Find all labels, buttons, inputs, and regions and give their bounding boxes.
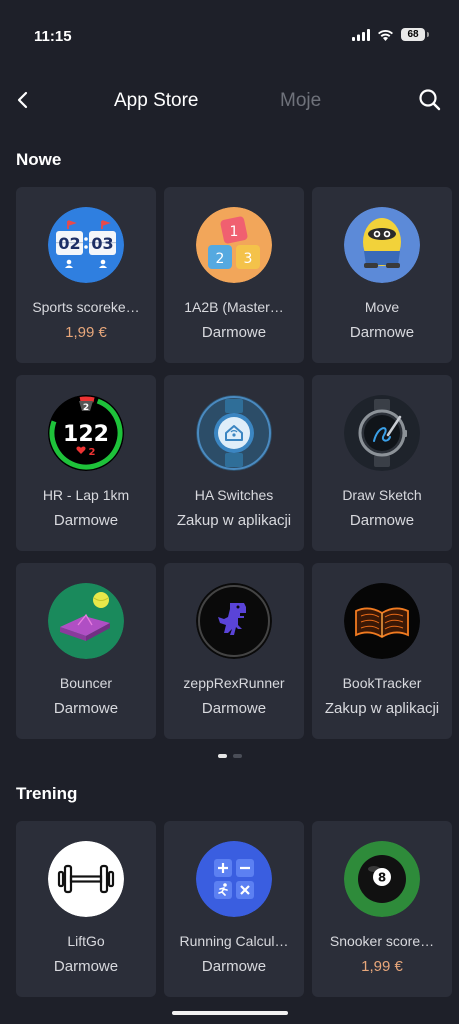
app-card-liftgo[interactable]: LiftGo Darmowe xyxy=(16,821,156,997)
wifi-icon xyxy=(378,29,393,41)
score-left-text: 02 xyxy=(58,234,80,253)
tile-1-text: 1 xyxy=(230,224,239,240)
app-card-move[interactable]: Move Darmowe xyxy=(312,187,452,363)
app-card-draw-sketch[interactable]: Draw Sketch Darmowe xyxy=(312,375,452,551)
tab-moje[interactable]: Moje xyxy=(280,90,321,112)
app-name: Bouncer xyxy=(59,675,113,691)
app-card-bouncer[interactable]: Bouncer Darmowe xyxy=(16,563,156,739)
cellular-signal-icon xyxy=(352,28,370,41)
app-name: Snooker score… xyxy=(329,933,435,949)
page-dot-active[interactable] xyxy=(217,754,227,758)
app-name: LiftGo xyxy=(67,933,105,949)
app-store-header: App Store Moje xyxy=(0,80,459,120)
app-price: Darmowe xyxy=(201,958,267,975)
app-price: Darmowe xyxy=(201,324,267,341)
page-indicator xyxy=(0,754,459,758)
app-price: Zakup w aplikacji xyxy=(324,700,440,717)
score-right-text: 03 xyxy=(91,234,113,253)
app-card-1a2b[interactable]: 1 2 3 1A2B (Master… Darmowe xyxy=(164,187,304,363)
app-name: HA Switches xyxy=(194,487,274,503)
heart-rate-value-text: 122 xyxy=(63,422,109,447)
app-name: Draw Sketch xyxy=(342,487,422,503)
dinosaur-icon xyxy=(196,583,272,659)
lap-number-text: 2 xyxy=(83,403,89,413)
app-name: BookTracker xyxy=(342,675,422,691)
new-apps-grid: 02 03 Sports scoreke… 1,99 € 1 2 3 1A2B … xyxy=(16,187,452,739)
app-name: zeppRexRunner xyxy=(183,675,285,691)
bouncing-ball-icon xyxy=(48,583,124,659)
tile-2-text: 2 xyxy=(216,251,225,267)
status-icons: 68 xyxy=(352,28,429,41)
app-name: Sports scoreke… xyxy=(32,299,140,315)
app-card-ha-switches[interactable]: HA Switches Zakup w aplikacji xyxy=(164,375,304,551)
app-card-snooker[interactable]: 8 Snooker score… 1,99 € xyxy=(312,821,452,997)
sketch-watch-icon xyxy=(344,395,420,471)
open-book-icon xyxy=(344,583,420,659)
app-price: Darmowe xyxy=(53,958,119,975)
back-arrow-icon[interactable] xyxy=(12,88,36,112)
search-icon[interactable] xyxy=(417,87,443,113)
app-name: Move xyxy=(364,299,400,315)
dumbbell-icon xyxy=(48,841,124,917)
heart-count-text: 2 xyxy=(89,447,96,458)
app-name: HR - Lap 1km xyxy=(42,487,130,503)
battery-icon: 68 xyxy=(401,28,429,41)
app-card-hr-lap[interactable]: 2 122 2 HR - Lap 1km Darmowe xyxy=(16,375,156,551)
number-tiles-icon: 1 2 3 xyxy=(196,207,272,283)
heart-rate-dial-icon: 2 122 2 xyxy=(48,395,124,471)
home-indicator[interactable] xyxy=(172,1011,288,1015)
app-name: Running Calcul… xyxy=(179,933,289,949)
status-time: 11:15 xyxy=(34,28,72,45)
smart-home-watch-icon xyxy=(196,395,272,471)
app-price: Darmowe xyxy=(349,512,415,529)
section-title-trening: Trening xyxy=(16,784,78,803)
status-bar: 11:15 68 xyxy=(0,0,459,60)
app-price: Darmowe xyxy=(349,324,415,341)
eight-ball-icon: 8 xyxy=(344,841,420,917)
tab-app-store[interactable]: App Store xyxy=(114,90,199,112)
app-name: 1A2B (Master… xyxy=(184,299,284,315)
calculator-runner-icon xyxy=(196,841,272,917)
app-card-zepp-rex-runner[interactable]: zeppRexRunner Darmowe xyxy=(164,563,304,739)
app-price: 1,99 € xyxy=(361,958,403,975)
app-price: 1,99 € xyxy=(65,324,107,341)
app-card-book-tracker[interactable]: BookTracker Zakup w aplikacji xyxy=(312,563,452,739)
app-price: Darmowe xyxy=(53,700,119,717)
training-apps-grid: LiftGo Darmowe Running Calcul… Darmowe 8… xyxy=(16,821,452,997)
app-price: Zakup w aplikacji xyxy=(176,512,292,529)
yellow-creature-icon xyxy=(344,207,420,283)
tile-3-text: 3 xyxy=(244,251,253,267)
app-price: Darmowe xyxy=(53,512,119,529)
scoreboard-icon: 02 03 xyxy=(48,207,124,283)
page-dot[interactable] xyxy=(232,754,242,758)
app-card-running-calculator[interactable]: Running Calcul… Darmowe xyxy=(164,821,304,997)
app-price: Darmowe xyxy=(201,700,267,717)
ball-number-text: 8 xyxy=(378,871,386,885)
section-title-nowe: Nowe xyxy=(16,150,62,169)
app-card-sports-scorekeeper[interactable]: 02 03 Sports scoreke… 1,99 € xyxy=(16,187,156,363)
